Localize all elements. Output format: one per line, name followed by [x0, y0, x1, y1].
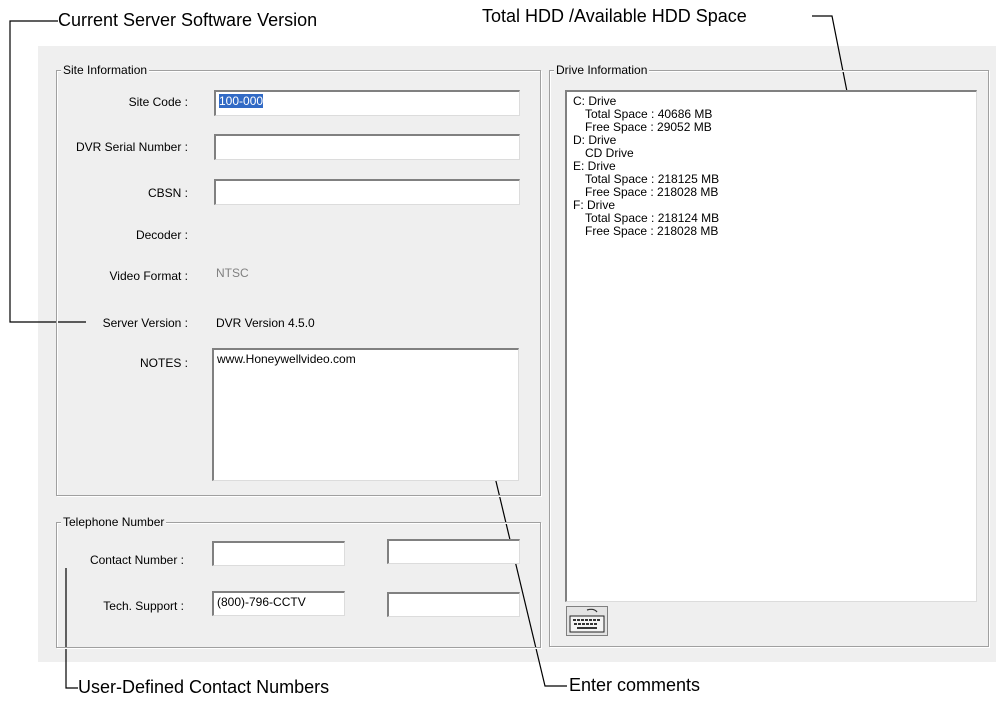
dvr-serial-input[interactable] [214, 134, 520, 160]
drive-information-legend: Drive Information [554, 63, 650, 77]
dvr-serial-label: DVR Serial Number : [75, 140, 188, 154]
callout-server-version: Current Server Software Version [58, 10, 318, 30]
site-information-legend: Site Information [61, 63, 150, 77]
video-format-label: Video Format : [109, 269, 188, 283]
video-format-value: NTSC [216, 266, 249, 280]
callout-hdd-space: Total HDD /Available HDD Space [482, 6, 747, 26]
server-version-label: Server Version : [102, 316, 188, 330]
cbsn-label: CBSN : [147, 186, 188, 200]
contact-number-input-2[interactable] [387, 539, 520, 564]
drive-info-list[interactable]: C: Drive Total Space : 40686 MB Free Spa… [565, 90, 977, 602]
contact-number-label: Contact Number : [89, 553, 184, 567]
server-version-value: DVR Version 4.5.0 [216, 316, 315, 330]
tech-support-label: Tech. Support : [103, 599, 184, 613]
keyboard-icon [569, 608, 605, 633]
tech-support-input-2[interactable] [387, 592, 520, 617]
contact-number-input-1[interactable] [212, 541, 345, 566]
telephone-number-legend: Telephone Number [61, 515, 167, 529]
site-code-value: 100-000 [219, 94, 264, 108]
decoder-label: Decoder : [135, 228, 188, 242]
tech-support-input-1[interactable]: (800)-796-CCTV [212, 591, 345, 616]
notes-textarea[interactable]: www.Honeywellvideo.com [212, 348, 519, 481]
drive-f-free: Free Space : 218028 MB [585, 224, 719, 238]
site-code-input[interactable]: 100-000 [214, 90, 520, 116]
cbsn-input[interactable] [214, 179, 520, 205]
drive-e-free: Free Space : 218028 MB [585, 185, 719, 199]
keyboard-button[interactable] [566, 606, 608, 636]
notes-label: NOTES : [139, 356, 188, 370]
callout-comments: Enter comments [569, 675, 701, 695]
drive-c-free: Free Space : 29052 MB [585, 120, 712, 134]
drive-d-type: CD Drive [585, 146, 634, 160]
callout-contact-numbers: User-Defined Contact Numbers [78, 677, 330, 697]
site-code-label: Site Code : [128, 95, 188, 109]
